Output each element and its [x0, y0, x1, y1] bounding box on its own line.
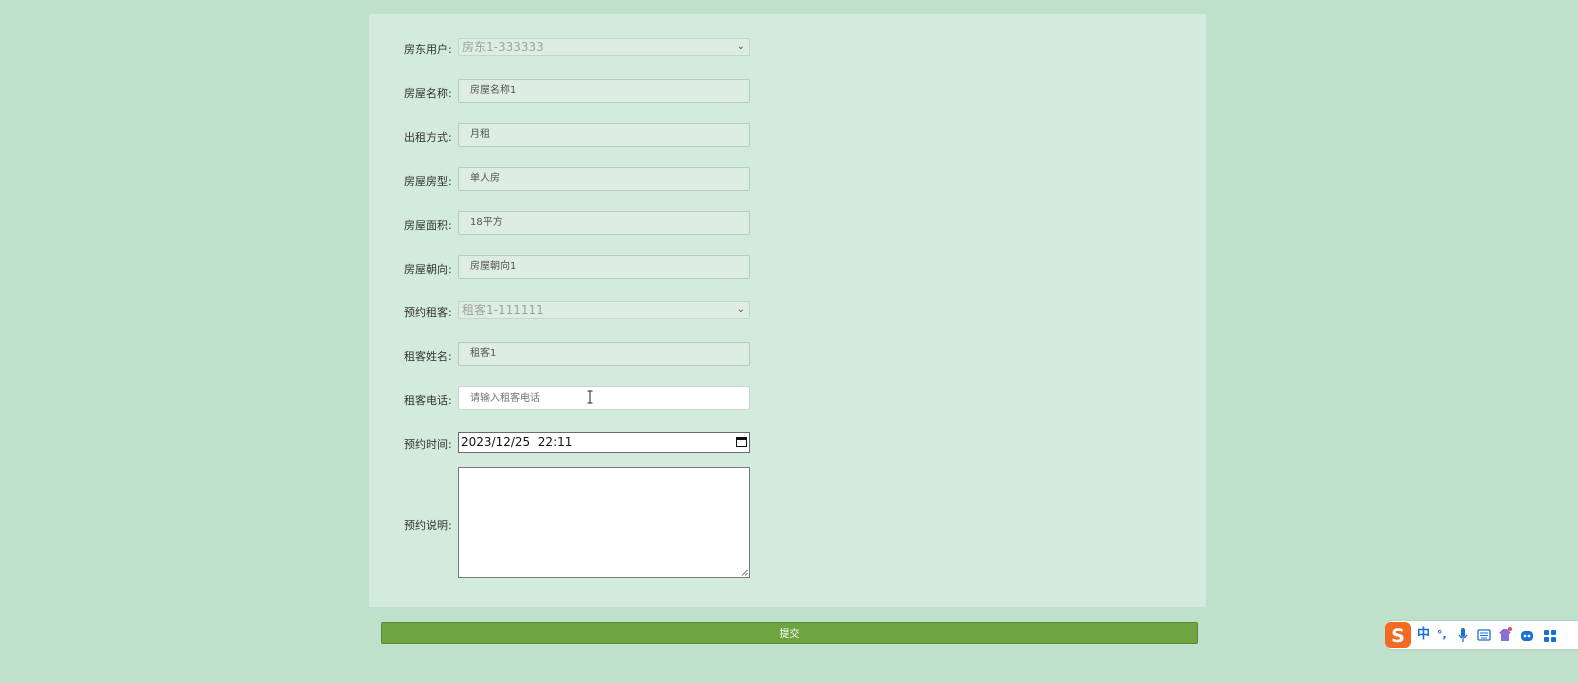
rent-method-input[interactable]: 月租: [458, 123, 750, 147]
tenant-user-row: 预约租客: 租客1-111111 ⌄: [369, 301, 1206, 321]
house-type-input[interactable]: 单人房: [458, 167, 750, 191]
house-name-input[interactable]: 房屋名称1: [458, 79, 750, 103]
text-cursor-icon: [587, 390, 593, 404]
appointment-time-input[interactable]: 2023/12/25 22:11: [458, 432, 750, 453]
house-name-row: 房屋名称: 房屋名称1: [369, 79, 1206, 105]
house-area-row: 房屋面积: 18平方: [369, 211, 1206, 237]
tenant-phone-label: 租客电话:: [404, 394, 452, 407]
house-name-label: 房屋名称:: [404, 87, 452, 100]
landlord-user-row: 房东用户: 房东1-333333 ⌄: [369, 38, 1206, 58]
ime-punct-label[interactable]: °,: [1437, 626, 1447, 644]
ime-toolbar: S 中 °,: [1385, 621, 1578, 649]
landlord-user-value: 房东1-333333: [462, 40, 544, 54]
house-area-input[interactable]: 18平方: [458, 211, 750, 235]
tenant-user-value: 租客1-111111: [462, 303, 544, 317]
house-orientation-value: 房屋朝向1: [470, 261, 517, 272]
tenant-user-select[interactable]: 租客1-111111 ⌄: [458, 301, 750, 319]
keyboard-icon[interactable]: [1477, 626, 1491, 644]
form-panel: 房东用户: 房东1-333333 ⌄ 房屋名称: 房屋名称1 出租方式: 月租 …: [369, 14, 1206, 607]
sogou-logo-icon[interactable]: S: [1384, 621, 1412, 649]
rent-method-value: 月租: [470, 129, 490, 140]
tenant-name-row: 租客姓名: 租客1: [369, 342, 1206, 368]
skin-shirt-icon[interactable]: [1498, 626, 1512, 644]
appointment-note-textarea[interactable]: [458, 467, 750, 578]
house-area-value: 18平方: [470, 217, 503, 228]
tenant-user-label: 预约租客:: [404, 306, 452, 319]
microphone-icon[interactable]: [1457, 626, 1469, 644]
appointment-time-row: 预约时间: 2023/12/25 22:11: [369, 432, 1206, 454]
tenant-phone-row: 租客电话:: [369, 386, 1206, 412]
appointment-time-label: 预约时间:: [404, 438, 452, 451]
tenant-name-input[interactable]: 租客1: [458, 342, 750, 366]
appointment-note-row: 预约说明:: [369, 467, 1206, 578]
house-type-value: 单人房: [470, 173, 500, 184]
toolbox-grid-icon[interactable]: [1543, 626, 1557, 644]
landlord-user-select[interactable]: 房东1-333333 ⌄: [458, 38, 750, 56]
submit-button[interactable]: 提交: [381, 622, 1198, 644]
rent-method-label: 出租方式:: [404, 131, 452, 144]
appointment-note-label: 预约说明:: [404, 519, 452, 532]
house-area-label: 房屋面积:: [404, 219, 452, 232]
rent-method-row: 出租方式: 月租: [369, 123, 1206, 149]
house-type-label: 房屋房型:: [404, 175, 452, 188]
chevron-down-icon: ⌄: [736, 304, 745, 315]
resize-grip-icon[interactable]: [741, 569, 748, 576]
chevron-down-icon: ⌄: [736, 41, 745, 52]
house-orientation-label: 房屋朝向:: [404, 263, 452, 276]
svg-text:S: S: [1391, 625, 1405, 647]
tenant-name-label: 租客姓名:: [404, 350, 452, 363]
house-orientation-row: 房屋朝向: 房屋朝向1: [369, 255, 1206, 281]
calendar-icon[interactable]: [736, 436, 747, 447]
assistant-robot-icon[interactable]: [1520, 626, 1534, 644]
appointment-time-value: 2023/12/25 22:11: [461, 435, 573, 449]
house-name-value: 房屋名称1: [470, 85, 517, 96]
house-type-row: 房屋房型: 单人房: [369, 167, 1206, 193]
tenant-phone-input[interactable]: [458, 386, 750, 410]
house-orientation-input[interactable]: 房屋朝向1: [458, 255, 750, 279]
ime-mode-label[interactable]: 中: [1417, 626, 1430, 644]
landlord-user-label: 房东用户:: [404, 43, 452, 56]
tenant-name-value: 租客1: [470, 348, 497, 359]
